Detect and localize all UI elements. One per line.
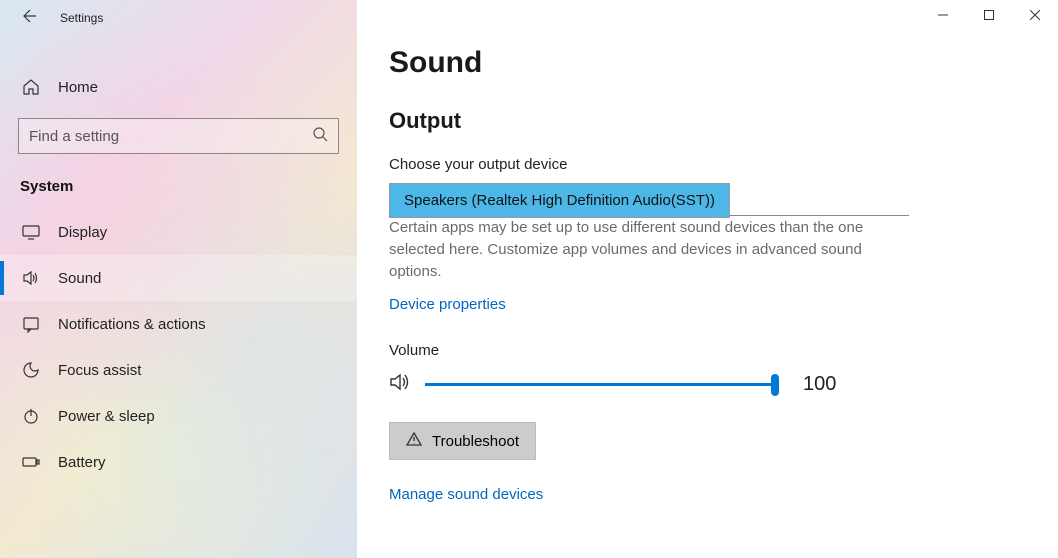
home-label: Home	[58, 79, 98, 96]
sidebar-item-power-sleep[interactable]: Power & sleep	[0, 393, 357, 439]
power-icon	[22, 407, 40, 425]
sidebar-item-label: Focus assist	[58, 362, 141, 379]
focus-assist-icon	[22, 361, 40, 379]
sidebar-item-display[interactable]: Display	[0, 209, 357, 255]
maximize-button[interactable]	[966, 0, 1012, 30]
sidebar-item-notifications[interactable]: Notifications & actions	[0, 301, 357, 347]
home-icon	[22, 78, 40, 96]
titlebar: Settings	[0, 0, 357, 36]
search-input[interactable]	[29, 128, 312, 145]
volume-slider[interactable]	[425, 383, 775, 386]
troubleshoot-label: Troubleshoot	[432, 433, 519, 450]
window-title: Settings	[60, 11, 103, 25]
volume-slider-thumb[interactable]	[771, 374, 779, 396]
sidebar: Settings Home System Display Sound Notif…	[0, 0, 357, 558]
sidebar-item-label: Power & sleep	[58, 408, 155, 425]
sidebar-item-label: Display	[58, 224, 107, 241]
notifications-icon	[22, 315, 40, 333]
volume-label: Volume	[389, 342, 1018, 359]
output-device-selected[interactable]: Speakers (Realtek High Definition Audio(…	[389, 183, 730, 218]
volume-icon	[389, 371, 411, 398]
output-section-title: Output	[389, 108, 1018, 134]
sidebar-item-label: Battery	[58, 454, 106, 471]
battery-icon	[22, 453, 40, 471]
sidebar-item-label: Sound	[58, 270, 101, 287]
volume-row: 100	[389, 371, 1018, 398]
search-box[interactable]	[18, 118, 339, 154]
sidebar-item-focus-assist[interactable]: Focus assist	[0, 347, 357, 393]
minimize-button[interactable]	[920, 0, 966, 30]
window-controls	[920, 0, 1058, 30]
sidebar-item-label: Notifications & actions	[58, 316, 206, 333]
output-help-text: Certain apps may be set up to use differ…	[389, 217, 909, 282]
troubleshoot-button[interactable]: Troubleshoot	[389, 422, 536, 460]
sidebar-item-battery[interactable]: Battery	[0, 439, 357, 485]
page-title: Sound	[389, 46, 1018, 80]
sound-icon	[22, 269, 40, 287]
back-icon[interactable]	[20, 8, 36, 29]
warning-icon	[406, 431, 422, 451]
sidebar-group-title: System	[0, 154, 357, 209]
choose-output-label: Choose your output device	[389, 156, 1018, 173]
close-button[interactable]	[1012, 0, 1058, 30]
sidebar-item-home[interactable]: Home	[0, 64, 357, 110]
search-icon	[312, 126, 328, 147]
volume-value: 100	[803, 373, 836, 396]
display-icon	[22, 223, 40, 241]
main-content: Sound Output Choose your output device S…	[357, 0, 1058, 558]
sidebar-item-sound[interactable]: Sound	[0, 255, 357, 301]
manage-sound-devices-link[interactable]: Manage sound devices	[389, 486, 543, 503]
device-properties-link[interactable]: Device properties	[389, 296, 506, 313]
